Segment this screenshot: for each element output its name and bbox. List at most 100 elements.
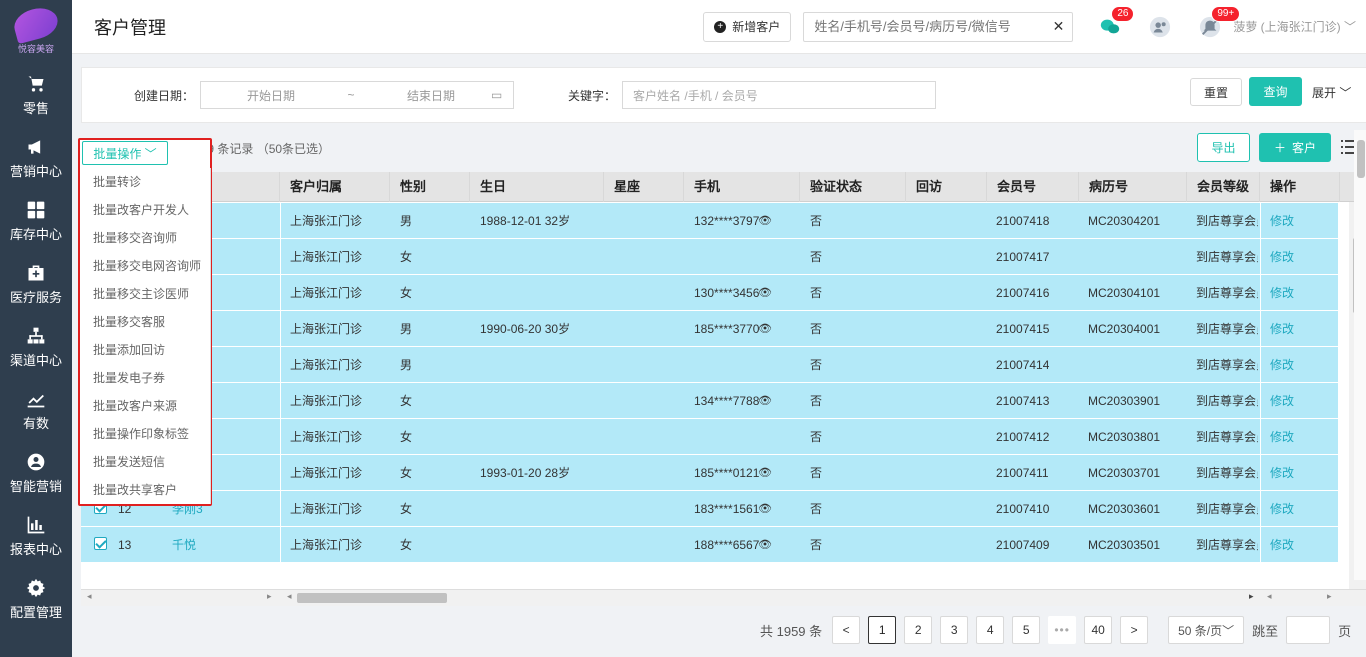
edit-link[interactable]: 修改 xyxy=(1270,311,1294,347)
keyword-input[interactable]: 客户姓名 /手机 / 会员号 xyxy=(622,81,937,109)
table-row[interactable]: 上海张江门诊 女 否 21007412 MC20303801 到店尊享会员修改 xyxy=(81,419,1338,455)
edit-link[interactable]: 修改 xyxy=(1270,383,1294,419)
contacts-button[interactable] xyxy=(1145,12,1175,42)
sidebar-item-settings[interactable]: 配置管理 xyxy=(0,568,72,631)
eye-icon[interactable]: 👁 xyxy=(758,491,772,527)
table-row[interactable]: 上海张江门诊 女 否 21007417 到店尊享会员修改 xyxy=(81,239,1338,275)
sidebar-item-channel[interactable]: 渠道中心 xyxy=(0,316,72,379)
scroll-left-icon[interactable]: ◂ xyxy=(1267,591,1272,602)
col-actions[interactable]: 操作 xyxy=(1260,172,1340,202)
sidebar-item-marketing[interactable]: 营销中心 xyxy=(0,127,72,190)
page-size-select[interactable]: 50 条/页 ﹀ xyxy=(1168,616,1245,644)
table-row[interactable]: 上海张江门诊 男 1988-12-01 32岁 132****3797 👁 否 210074… xyxy=(81,203,1338,239)
bulk-menu-item[interactable]: 批量转诊 xyxy=(83,168,210,196)
col-zodiac[interactable]: 星座 xyxy=(604,172,684,202)
table-row[interactable]: 上海张江门诊 男 1990-06-20 30岁 185****3770 👁 否 210074… xyxy=(81,311,1338,347)
bulk-menu-item[interactable]: 批量移交客服 xyxy=(83,308,210,336)
edit-link[interactable]: 修改 xyxy=(1270,203,1294,239)
page-button[interactable]: 1 xyxy=(868,616,897,644)
col-sex[interactable]: 性别 xyxy=(390,172,470,202)
col-verify[interactable]: 验证状态 xyxy=(800,172,906,202)
expand-toggle[interactable]: 展开 ﹀ xyxy=(1312,84,1351,101)
col-record-no[interactable]: 病历号 xyxy=(1079,172,1187,202)
eye-icon[interactable]: 👁 xyxy=(758,311,772,347)
bulk-menu-item[interactable]: 批量改共享客户 xyxy=(83,476,210,504)
page-button[interactable]: 3 xyxy=(940,616,969,644)
notification-button[interactable]: 99+ xyxy=(1195,5,1241,42)
table-row[interactable]: 上海张江门诊 女 134****7788 👁 否 21007413 MC20303901 到店… xyxy=(81,383,1338,419)
table-row[interactable]: 上海张江门诊 女 1993-01-20 28岁 185****0121 👁 否 210074… xyxy=(81,455,1338,491)
row-checkbox[interactable] xyxy=(94,537,107,550)
date-range-picker[interactable]: 开始日期 ~ 结束日期 ▭ xyxy=(200,81,515,109)
eye-icon[interactable]: 👁 xyxy=(758,383,772,419)
col-phone[interactable]: 手机 xyxy=(684,172,800,202)
edit-link[interactable]: 修改 xyxy=(1270,527,1294,563)
user-menu[interactable]: 菠萝 (上海张江门诊) ﹀ xyxy=(1233,18,1356,35)
bulk-menu-item[interactable]: 批量发送短信 xyxy=(83,448,210,476)
prev-page-button[interactable]: < xyxy=(832,616,861,644)
bulk-menu-item[interactable]: 批量移交电网咨询师 xyxy=(83,252,210,280)
page-button[interactable]: 5 xyxy=(1012,616,1041,644)
bulk-menu-item[interactable]: 批量移交主诊医师 xyxy=(83,280,210,308)
col-birthday[interactable]: 生日 xyxy=(470,172,604,202)
table-horizontal-scrollbar[interactable]: ◂ ▸ ◂ ▸ ◂ ▸ xyxy=(81,589,1366,606)
brand-logo[interactable]: 悦容美容 xyxy=(0,0,72,64)
page-button[interactable]: 2 xyxy=(904,616,933,644)
page-button[interactable]: 4 xyxy=(976,616,1005,644)
bulk-menu-item[interactable]: 批量添加回访 xyxy=(83,336,210,364)
edit-link[interactable]: 修改 xyxy=(1270,347,1294,383)
edit-link[interactable]: 修改 xyxy=(1270,275,1294,311)
scroll-left-icon[interactable]: ◂ xyxy=(87,591,92,602)
bulk-menu-item[interactable]: 批量改客户来源 xyxy=(83,392,210,420)
edit-link[interactable]: 修改 xyxy=(1270,419,1294,455)
start-date[interactable]: 开始日期 xyxy=(211,87,331,104)
edit-link[interactable]: 修改 xyxy=(1270,239,1294,275)
eye-icon[interactable]: 👁 xyxy=(758,455,772,491)
new-customer-button[interactable]: + 新增客户 xyxy=(703,11,792,42)
eye-icon[interactable]: 👁 xyxy=(758,527,772,563)
sidebar-item-smart-marketing[interactable]: 智能营销 xyxy=(0,442,72,505)
sidebar-item-retail[interactable]: 零售 xyxy=(0,64,72,127)
sidebar-item-data[interactable]: 有数 xyxy=(0,379,72,442)
global-search-input[interactable] xyxy=(814,19,1053,34)
scroll-right-icon[interactable]: ▸ xyxy=(1249,591,1254,602)
sidebar-item-reports[interactable]: 报表中心 xyxy=(0,505,72,568)
add-customer-button[interactable]: ＋ 客户 xyxy=(1259,133,1331,162)
scroll-left-icon[interactable]: ◂ xyxy=(287,591,292,602)
reset-button[interactable]: 重置 xyxy=(1190,78,1242,106)
col-visit[interactable]: 回访 xyxy=(906,172,987,202)
bulk-menu-item[interactable]: 批量发电子券 xyxy=(83,364,210,392)
col-level[interactable]: 会员等级 xyxy=(1187,172,1260,202)
bulk-menu-item[interactable]: 批量操作印象标签 xyxy=(83,420,210,448)
table-row[interactable]: 13 千悦 上海张江门诊 女 188****6567 👁 否 21007409 MC203035… xyxy=(81,527,1338,563)
end-date[interactable]: 结束日期 xyxy=(371,87,491,104)
goto-page-input[interactable] xyxy=(1286,616,1331,644)
message-button[interactable]: 26 xyxy=(1095,5,1135,42)
sidebar-item-inventory[interactable]: 库存中心 xyxy=(0,190,72,253)
page-button[interactable]: 40 xyxy=(1084,616,1113,644)
table-row[interactable]: 12 李刚3 上海张江门诊女 183****1561 👁 否 21007410 MC20303… xyxy=(81,491,1338,527)
more-pages[interactable]: ••• xyxy=(1048,616,1077,644)
clear-icon[interactable]: ✕ xyxy=(1053,18,1065,35)
table-row[interactable]: 上海张江门诊 男 否 21007414 到店尊享会员修改 xyxy=(81,347,1338,383)
sidebar-item-medical[interactable]: 医疗服务 xyxy=(0,253,72,316)
eye-icon[interactable]: 👁 xyxy=(758,203,772,239)
scroll-right-icon[interactable]: ▸ xyxy=(267,591,272,602)
table-row[interactable]: 上海张江门诊 女 130****3456 👁 否 21007416 MC20304101 到店… xyxy=(81,275,1338,311)
export-button[interactable]: 导出 xyxy=(1197,133,1250,162)
eye-icon[interactable]: 👁 xyxy=(758,275,772,311)
bulk-menu-item[interactable]: 批量改客户开发人 xyxy=(83,196,210,224)
col-member-no[interactable]: 会员号 xyxy=(987,172,1079,202)
bulk-menu-item[interactable]: 批量移交咨询师 xyxy=(83,224,210,252)
next-page-button[interactable]: > xyxy=(1120,616,1149,644)
scroll-right-icon[interactable]: ▸ xyxy=(1327,591,1332,602)
edit-link[interactable]: 修改 xyxy=(1270,491,1294,527)
scroll-thumb[interactable] xyxy=(297,593,447,603)
page-scrollbar[interactable] xyxy=(1354,130,1366,580)
col-org[interactable]: 客户归属 xyxy=(280,172,390,202)
customer-name-link[interactable]: 千悦 xyxy=(172,527,196,563)
edit-link[interactable]: 修改 xyxy=(1270,455,1294,491)
bulk-actions-button[interactable]: 批量操作 ﹀ xyxy=(82,141,168,165)
scroll-thumb[interactable] xyxy=(1357,140,1365,178)
query-button[interactable]: 查询 xyxy=(1249,77,1302,106)
